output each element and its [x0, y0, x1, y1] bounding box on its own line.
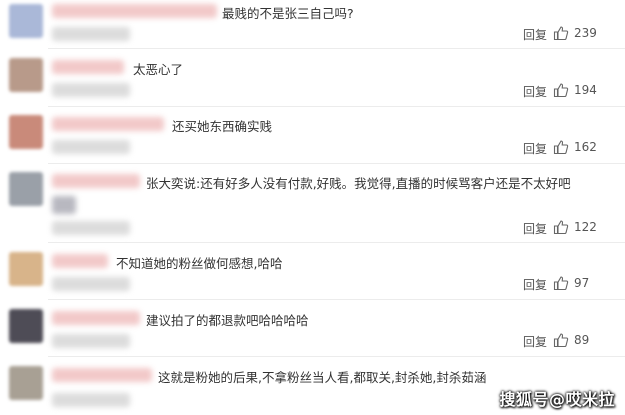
divider [48, 299, 625, 300]
reply-button[interactable]: 回复 [523, 220, 547, 237]
like-count: 239 [574, 26, 597, 40]
comment-meta-blurred [52, 221, 130, 235]
avatar[interactable] [9, 252, 43, 286]
divider [48, 106, 625, 107]
comment-meta-blurred [52, 334, 130, 348]
reply-button[interactable]: 回复 [523, 83, 547, 100]
thumbs-up-icon [553, 26, 569, 41]
comment-text: 建议拍了的都退款吧哈哈哈哈 [146, 313, 309, 328]
thumbs-up-icon [553, 333, 569, 348]
reply-button[interactable]: 回复 [523, 26, 547, 43]
avatar[interactable] [9, 172, 43, 206]
like-count: 89 [574, 333, 590, 347]
like-button[interactable]: 97 [553, 276, 613, 292]
comment-text: 还买她东西确实贱 [172, 119, 273, 134]
divider [48, 163, 625, 164]
like-count: 97 [574, 276, 590, 290]
like-button[interactable]: 162 [553, 140, 613, 156]
comment-meta-blurred [52, 140, 130, 154]
comment-meta-blurred [52, 27, 130, 41]
username-blurred[interactable] [52, 117, 164, 131]
comment-meta-blurred [52, 393, 130, 407]
reply-button[interactable]: 回复 [523, 140, 547, 157]
comment-meta-blurred [52, 277, 130, 291]
divider [48, 356, 625, 357]
avatar[interactable] [9, 309, 43, 343]
watermark: 搜狐号@哎米拉 [499, 390, 615, 409]
comment-meta-blurred [52, 83, 130, 97]
reply-button[interactable]: 回复 [523, 333, 547, 350]
like-button[interactable]: 122 [553, 220, 613, 236]
thumbs-up-icon [553, 276, 569, 291]
like-button[interactable]: 239 [553, 26, 613, 42]
comment-text: 太恶心了 [133, 62, 184, 77]
thumbs-up-icon [553, 140, 569, 155]
like-count: 194 [574, 83, 597, 97]
username-blurred[interactable] [52, 4, 217, 18]
like-count: 162 [574, 140, 597, 154]
avatar[interactable] [9, 4, 43, 38]
username-blurred[interactable] [52, 311, 140, 325]
comment-extra-blurred [52, 196, 76, 214]
comment-text: 不知道她的粉丝做何感想,哈哈 [116, 256, 283, 271]
divider [48, 48, 625, 49]
thumbs-up-icon [553, 220, 569, 235]
username-blurred[interactable] [52, 174, 140, 188]
avatar[interactable] [9, 115, 43, 149]
like-button[interactable]: 194 [553, 83, 613, 99]
divider [48, 242, 625, 243]
username-blurred[interactable] [52, 254, 108, 268]
comment-text: 最贱的不是张三自己吗? [222, 6, 354, 21]
like-button[interactable]: 89 [553, 333, 613, 349]
like-count: 122 [574, 220, 597, 234]
comment-text: 这就是粉她的后果,不拿粉丝当人看,都取关,封杀她,封杀茹涵 [158, 370, 487, 385]
comment-text: 张大奕说:还有好多人没有付款,好贱。我觉得,直播的时候骂客户还是不太好吧 [146, 176, 571, 191]
reply-button[interactable]: 回复 [523, 276, 547, 293]
avatar[interactable] [9, 366, 43, 400]
thumbs-up-icon [553, 83, 569, 98]
avatar[interactable] [9, 58, 43, 92]
username-blurred[interactable] [52, 368, 152, 382]
username-blurred[interactable] [52, 60, 124, 74]
